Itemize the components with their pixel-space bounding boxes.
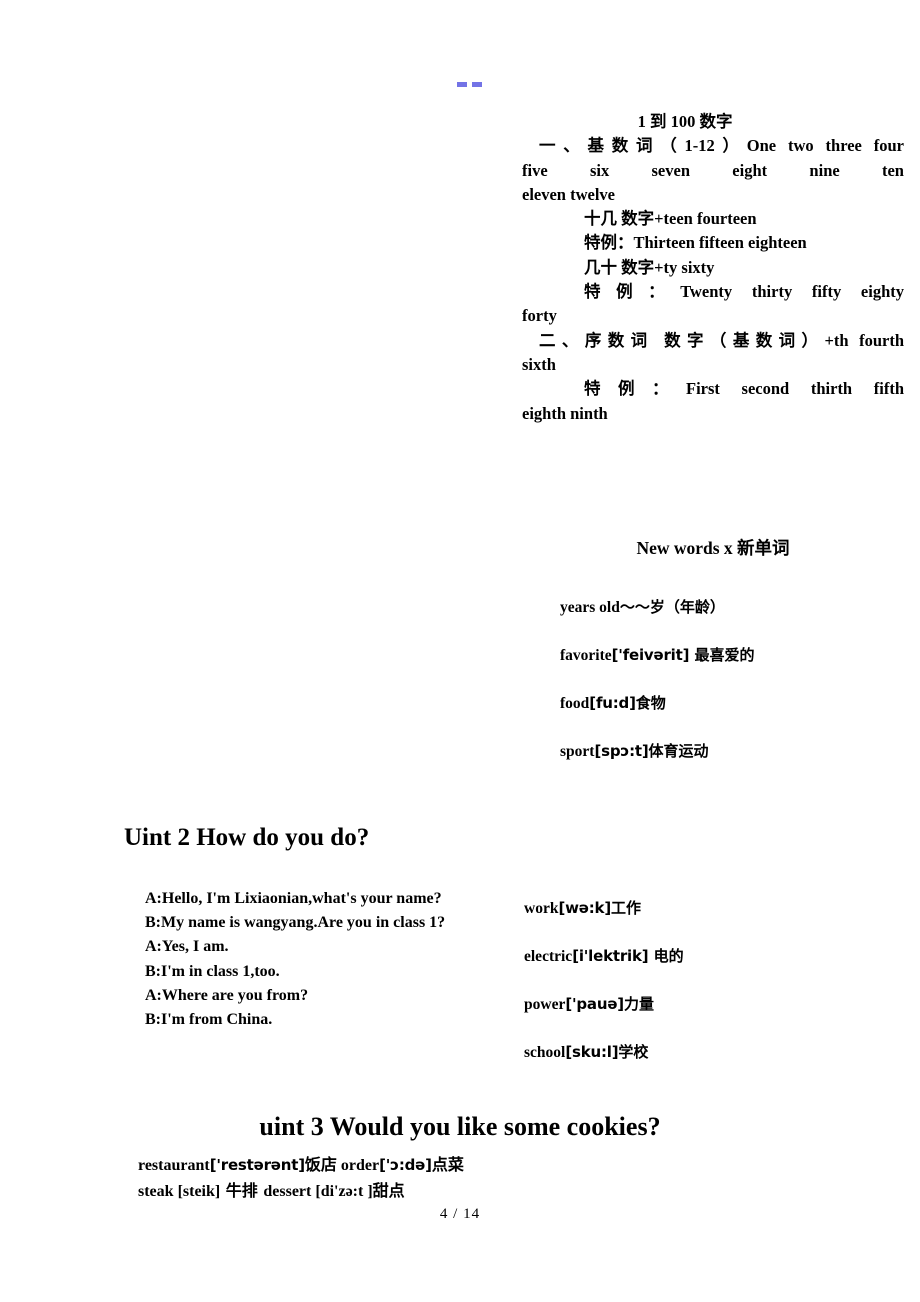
page-number-footer: 4 / 14 bbox=[439, 1206, 481, 1222]
unit3-vocab-lines: restaurant['restərənt]饭店 order['ɔ:də]点菜 … bbox=[138, 1152, 464, 1204]
vocab-phonetic: ['restərənt] bbox=[209, 1156, 305, 1174]
vocab-gloss: ～～岁（年龄） bbox=[619, 598, 725, 616]
vocab-word: electric bbox=[524, 948, 573, 965]
unit3-vocab-line: steak [steik] 牛排 dessert [di'zə:t ]甜点 bbox=[138, 1178, 464, 1204]
unit3-heading: uint 3 Would you like some cookies? bbox=[0, 1110, 920, 1144]
hidden-field-marker bbox=[457, 81, 483, 87]
vocab-word: years old bbox=[560, 599, 620, 616]
vocab-item: power['pauə]力量 bbox=[524, 993, 904, 1041]
vocab-word: food bbox=[560, 695, 590, 712]
vocab-gloss: 工作 bbox=[610, 899, 641, 917]
numbers-section-title: 1 到 100 数字 bbox=[637, 112, 733, 131]
numbers-line: 特例：Twenty thirty fifty eighty bbox=[584, 282, 904, 302]
vocab-gloss: 力量 bbox=[623, 995, 654, 1013]
numbers-line: forty bbox=[522, 306, 557, 326]
unit2-heading: Uint 2 How do you do? bbox=[124, 824, 370, 851]
vocab-item: sport[spɔ:t]体育运动 bbox=[560, 740, 904, 788]
vocab-gloss: 点菜 bbox=[431, 1155, 464, 1174]
numbers-line: 几十 数字+ty sixty bbox=[584, 257, 715, 277]
numbers-section: 1 到 100 数字 一、基数词（1-12）One two three four… bbox=[522, 110, 904, 426]
dialogue-line: B:I'm in class 1,too. bbox=[145, 962, 280, 980]
vocab-word: power bbox=[524, 996, 566, 1013]
numbers-line: 一、基数词（1-12）One two three four bbox=[539, 136, 904, 156]
vocab-phonetic: [sku:l] bbox=[565, 1043, 619, 1061]
vocab-word: school bbox=[524, 1044, 566, 1061]
vocab-phonetic: [spɔ:t] bbox=[594, 742, 649, 760]
numbers-line: eleven twelve bbox=[522, 184, 615, 204]
vocab-word: restaurant bbox=[138, 1157, 210, 1174]
marker-dash-right bbox=[472, 81, 482, 87]
dialogue-line: A:Where are you from? bbox=[145, 986, 309, 1004]
vocab-gloss: 最喜爱的 bbox=[689, 646, 755, 664]
vocab-word: favorite bbox=[560, 647, 612, 664]
numbers-line: sixth bbox=[522, 354, 556, 374]
vocab-gloss: 食物 bbox=[635, 694, 666, 712]
numbers-line: 二、序数词 数字（基数词）+th fourth bbox=[539, 330, 904, 350]
dialogue-line: A:Yes, I am. bbox=[145, 938, 229, 956]
vocab-phonetic: ['ɔ:də] bbox=[379, 1156, 432, 1174]
unit2-vocab-list: work[wə:k]工作 electric[i'lektrik] 电的 powe… bbox=[524, 897, 904, 1089]
vocab-item: food[fu:d]食物 bbox=[560, 692, 904, 740]
vocab-gloss: 饭店 bbox=[304, 1155, 337, 1174]
document-page: 1 到 100 数字 一、基数词（1-12）One two three four… bbox=[0, 0, 920, 1302]
vocab-item: school[sku:l]学校 bbox=[524, 1041, 904, 1089]
vocab-item: electric[i'lektrik] 电的 bbox=[524, 945, 904, 993]
vocab-gloss: 电的 bbox=[648, 947, 684, 965]
vocab-phonetic: ['feivərit] bbox=[611, 646, 690, 664]
vocab-gloss: 学校 bbox=[618, 1043, 649, 1061]
numbers-line: eighth ninth bbox=[522, 403, 608, 423]
vocab-phonetic: ['pauə] bbox=[565, 995, 624, 1013]
marker-dash-left bbox=[457, 81, 467, 87]
vocab-phonetic: [di'zə:t ] bbox=[315, 1183, 373, 1200]
new-words-list: years old～～岁（年龄） favorite['feivərit] 最喜爱… bbox=[560, 596, 904, 788]
vocab-gloss: 体育运动 bbox=[648, 742, 709, 760]
vocab-phonetic: [i'lektrik] bbox=[572, 947, 649, 965]
numbers-line: five six seven eight nine ten bbox=[522, 160, 904, 180]
vocab-phonetic: [steik] bbox=[177, 1183, 221, 1200]
unit2-dialogue: A:Hello, I'm Lixiaonian,what's your name… bbox=[105, 887, 447, 1032]
vocab-item: work[wə:k]工作 bbox=[524, 897, 904, 945]
numbers-line: 十几 数字+teen fourteen bbox=[584, 209, 757, 229]
vocab-gloss: 牛排 bbox=[220, 1181, 264, 1200]
dialogue-line: B:I'm from China. bbox=[145, 1011, 273, 1029]
vocab-item: favorite['feivərit] 最喜爱的 bbox=[560, 644, 904, 692]
vocab-item: years old～～岁（年龄） bbox=[560, 596, 904, 644]
new-words-heading: New words x 新单词 bbox=[522, 536, 918, 560]
dialogue-line: B:My name is wangyang.Are you in class 1… bbox=[145, 914, 446, 932]
vocab-word: sport bbox=[560, 743, 595, 760]
new-words-heading-text: New words x 新单词 bbox=[636, 538, 790, 558]
vocab-word: work bbox=[524, 900, 559, 917]
numbers-line: 特例：First second thirth fifth bbox=[584, 379, 904, 399]
vocab-word: order bbox=[336, 1157, 380, 1174]
numbers-line: 特例：Thirteen fifteen eighteen bbox=[584, 233, 807, 253]
dialogue-line: A:Hello, I'm Lixiaonian,what's your name… bbox=[145, 890, 442, 907]
vocab-phonetic: [fu:d] bbox=[589, 694, 636, 712]
vocab-word: steak bbox=[138, 1183, 178, 1200]
vocab-phonetic: [wə:k] bbox=[558, 899, 611, 917]
vocab-word: dessert bbox=[263, 1183, 316, 1200]
unit3-heading-text: uint 3 Would you like some cookies? bbox=[259, 1112, 661, 1141]
vocab-gloss: 甜点 bbox=[372, 1181, 405, 1200]
unit3-vocab-line: restaurant['restərənt]饭店 order['ɔ:də]点菜 bbox=[138, 1152, 464, 1178]
